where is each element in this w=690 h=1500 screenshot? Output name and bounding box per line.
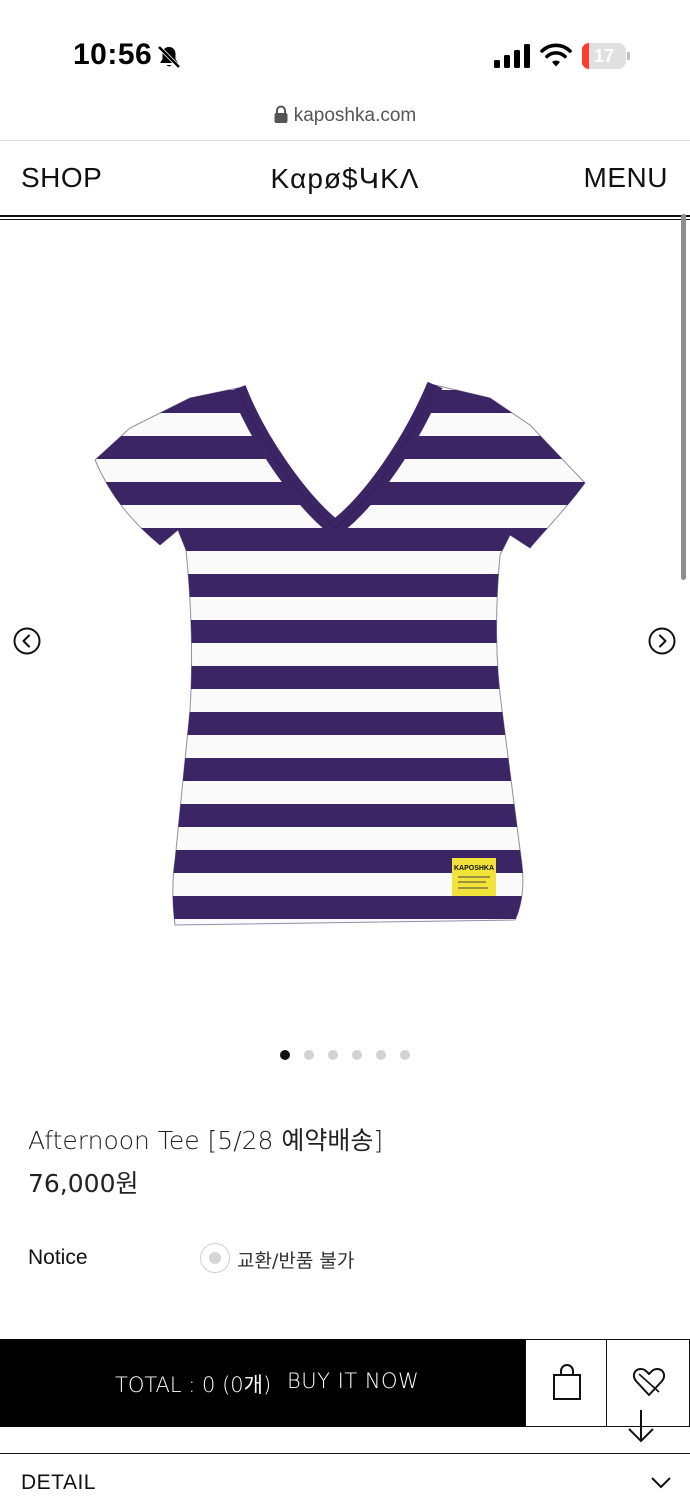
arrow-down-icon[interactable]: [626, 1408, 656, 1444]
product-title: Afternoon Tee [5/28 예약배송]: [28, 1126, 384, 1155]
chevron-down-icon[interactable]: [650, 1475, 672, 1489]
tag-text: KAPOSHKA: [454, 865, 494, 872]
heart-icon: [632, 1368, 666, 1396]
gallery-dot[interactable]: [328, 1050, 338, 1060]
gallery-dot[interactable]: [376, 1050, 386, 1060]
url-bar[interactable]: kaposhka.com: [0, 105, 690, 141]
battery-level: 17: [593, 46, 615, 66]
detail-section-toggle[interactable]: DETAIL: [21, 1471, 96, 1495]
total-amount: TOTAL : 0 (0개): [115, 1373, 272, 1397]
buy-now-label: BUY IT NOW: [287, 1369, 420, 1393]
nav-menu-button[interactable]: MENU: [584, 162, 668, 194]
status-bar: 10:56 17: [0, 0, 690, 100]
signal-icon: [494, 44, 530, 68]
buy-now-button[interactable]: TOTAL : 0 (0개) BUY IT NOW: [0, 1339, 525, 1427]
site-header: SHOP Kαpø$ԿKΛ MENU: [0, 150, 690, 210]
page-scrollbar[interactable]: [681, 214, 686, 580]
notice-label: Notice: [28, 1246, 88, 1269]
gallery-pager: [0, 1050, 690, 1062]
notice-option-label[interactable]: 교환/반품 불가: [237, 1246, 354, 1273]
header-divider: [0, 215, 690, 217]
chevron-left-circle-icon[interactable]: [13, 627, 41, 655]
detail-divider: [0, 1453, 690, 1454]
add-to-cart-button[interactable]: [525, 1339, 607, 1427]
product-tag: KAPOSHKA: [452, 858, 496, 896]
gallery-dot[interactable]: [352, 1050, 362, 1060]
gallery-dot[interactable]: [280, 1050, 290, 1060]
wifi-icon: [540, 43, 572, 67]
url-divider: [0, 140, 690, 141]
url-text: kaposhka.com: [293, 105, 417, 126]
gallery-dot[interactable]: [304, 1050, 314, 1060]
lock-icon: [274, 105, 288, 123]
chevron-right-circle-icon[interactable]: [648, 627, 676, 655]
bell-off-icon: [157, 45, 181, 69]
shopping-bag-icon: [553, 1364, 581, 1400]
product-price: 76,000원: [28, 1169, 139, 1198]
product-image: KAPOSHKA: [94, 381, 586, 926]
status-time: 10:56: [73, 38, 153, 71]
header-divider-thin: [0, 219, 690, 220]
battery-icon: 17: [582, 43, 630, 69]
notice-option-radio[interactable]: [200, 1243, 230, 1273]
gallery-dot[interactable]: [400, 1050, 410, 1060]
